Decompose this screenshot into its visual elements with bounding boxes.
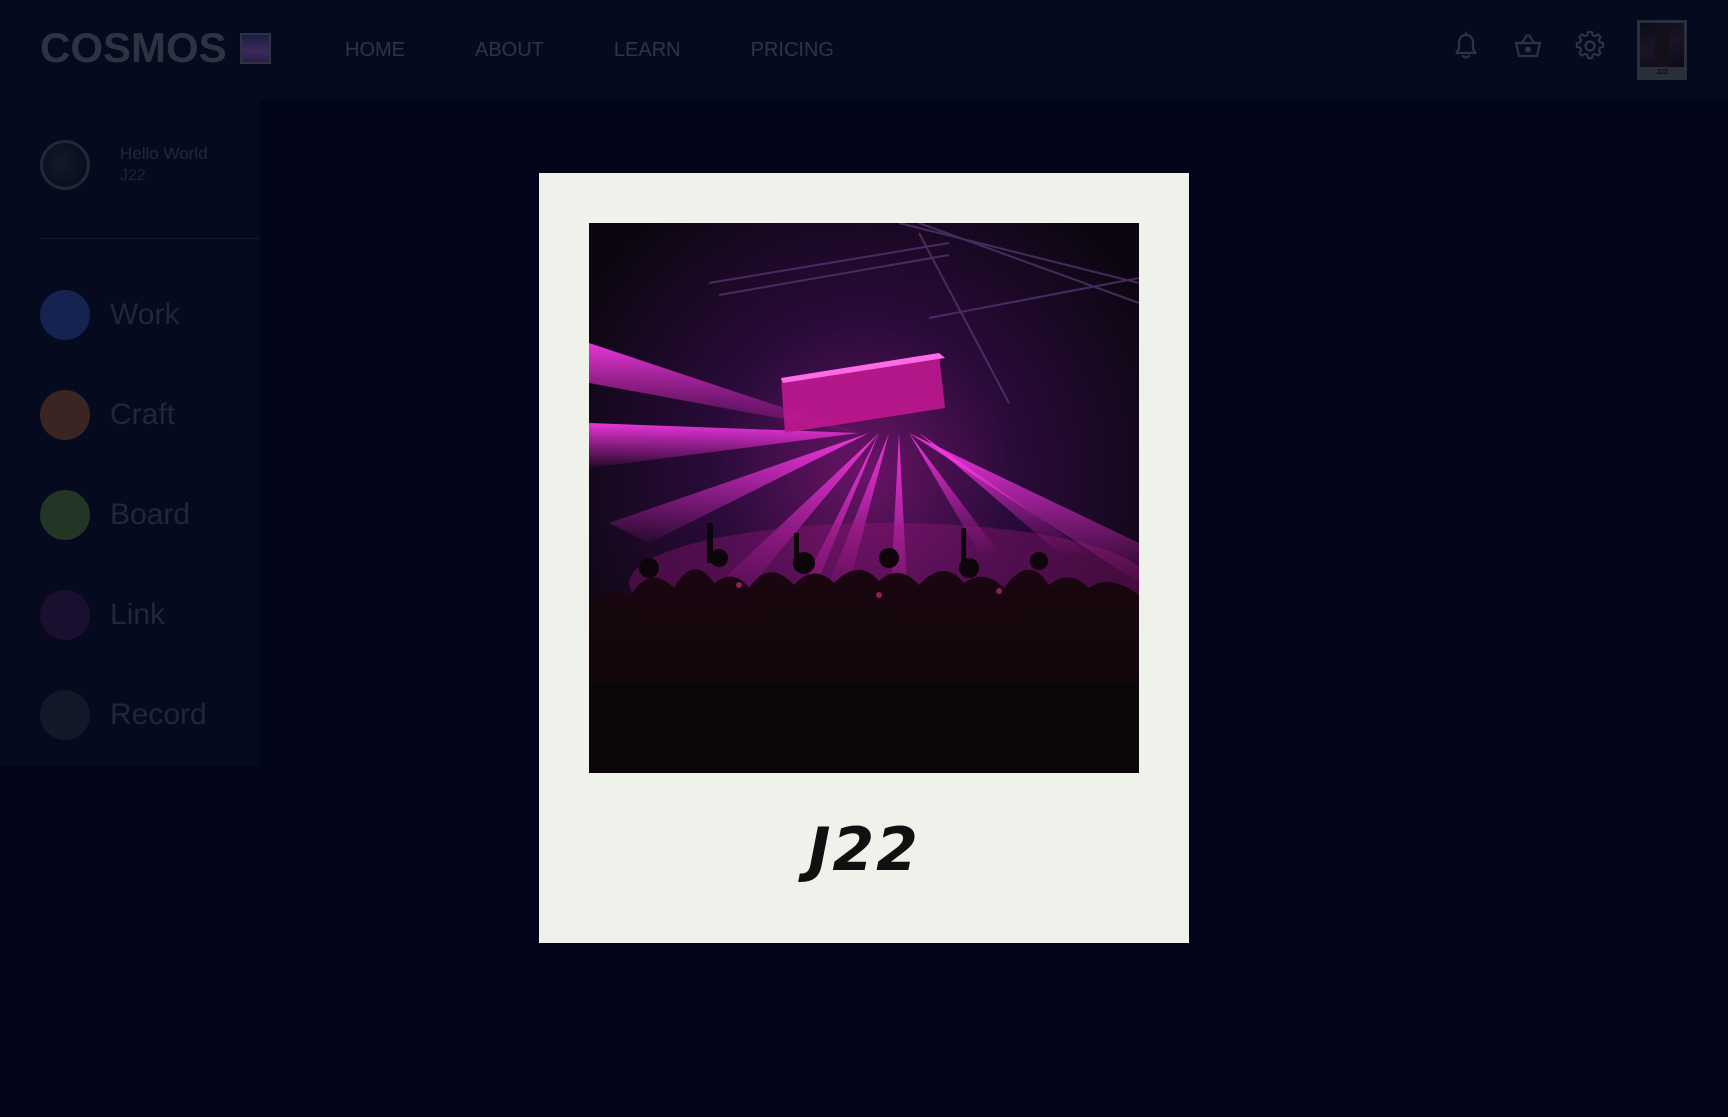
page: COSMOS HOME ABOUT LEARN PRICING J22 Hell… — [0, 0, 1728, 1117]
header-actions — [1450, 30, 1636, 62]
work-dot-icon — [40, 290, 90, 340]
sidebar-menu: Work Craft Board Link Record — [40, 290, 207, 790]
basket-icon[interactable] — [1512, 30, 1544, 62]
logo-square-icon — [239, 32, 271, 64]
profile-greeting: Hello World — [120, 144, 208, 163]
sidebar-item-label: Link — [110, 598, 166, 631]
sidebar-item-board[interactable]: Board — [40, 490, 207, 540]
main-nav: HOME ABOUT LEARN PRICING — [345, 38, 834, 62]
nav-about[interactable]: ABOUT — [475, 38, 544, 62]
nav-home[interactable]: HOME — [345, 38, 405, 62]
link-dot-icon — [40, 590, 90, 640]
sidebar-item-work[interactable]: Work — [40, 290, 207, 340]
sidebar-item-label: Craft — [110, 398, 176, 431]
profile-card[interactable]: Hello World J22 — [40, 140, 208, 190]
bell-icon[interactable] — [1450, 30, 1482, 62]
concert-photo — [589, 223, 1139, 773]
craft-dot-icon — [40, 390, 90, 440]
record-dot-icon — [40, 690, 90, 740]
polaroid-card[interactable]: J22 — [539, 173, 1189, 943]
user-avatar-thumbnail[interactable]: J22 — [1637, 20, 1687, 80]
nav-pricing[interactable]: PRICING — [751, 38, 834, 62]
sidebar-item-label: Record — [110, 698, 207, 731]
avatar-caption: J22 — [1656, 69, 1668, 76]
profile-avatar — [40, 140, 90, 190]
nav-learn[interactable]: LEARN — [614, 38, 681, 62]
top-bar: COSMOS HOME ABOUT LEARN PRICING J22 — [0, 0, 1728, 100]
sidebar-divider — [40, 238, 260, 239]
sidebar-item-link[interactable]: Link — [40, 590, 207, 640]
logo-text: COSMOS — [40, 24, 227, 71]
profile-text: Hello World J22 — [120, 143, 208, 187]
profile-handle: J22 — [120, 167, 146, 184]
board-dot-icon — [40, 490, 90, 540]
logo[interactable]: COSMOS — [40, 27, 271, 69]
polaroid-caption: J22 — [808, 815, 920, 885]
gear-icon[interactable] — [1574, 30, 1606, 62]
sidebar-item-record[interactable]: Record — [40, 690, 207, 740]
avatar-image — [1640, 23, 1684, 67]
concert-photo-illustration — [589, 223, 1139, 773]
sidebar-item-label: Work — [110, 298, 180, 331]
sidebar: Hello World J22 Work Craft Board Link Re… — [0, 100, 260, 766]
sidebar-item-craft[interactable]: Craft — [40, 390, 207, 440]
sidebar-item-label: Board — [110, 498, 191, 531]
